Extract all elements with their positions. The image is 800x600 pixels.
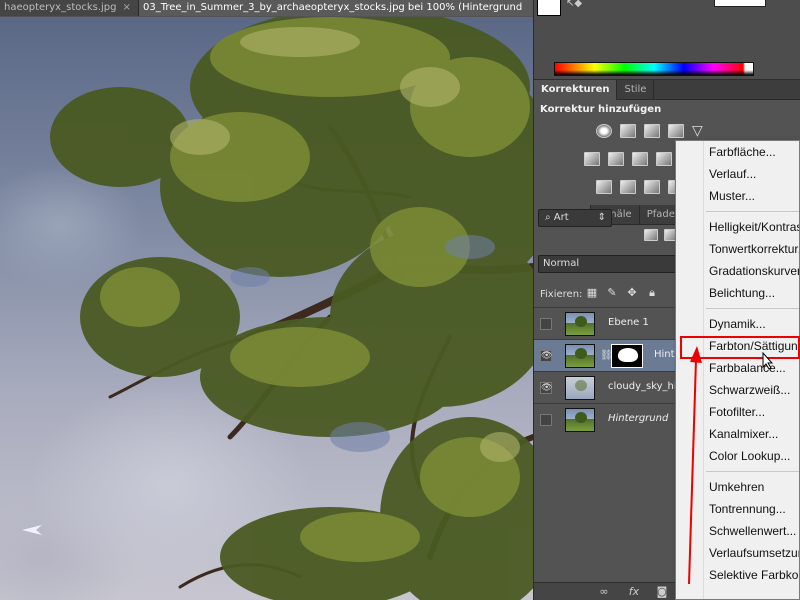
brightness-icon[interactable] — [596, 124, 612, 138]
layer-name: Ebene 1 — [608, 317, 649, 328]
fx-icon[interactable]: fx — [626, 585, 642, 599]
layer-mask-thumbnail[interactable] — [611, 344, 643, 368]
posterize-icon[interactable] — [620, 180, 636, 194]
layer-kind-filter[interactable]: ⌕ Art ⇕ — [538, 209, 612, 227]
threshold-icon[interactable] — [644, 180, 660, 194]
layer-row[interactable]: Ebene 1 — [534, 307, 679, 339]
layer-thumbnail — [565, 344, 595, 368]
photo-filter-icon[interactable] — [656, 152, 672, 166]
layer-thumbnail — [565, 408, 595, 432]
hue-saturation-icon[interactable] — [584, 152, 600, 166]
foreground-color-swatch[interactable] — [537, 0, 561, 16]
document-tab-active[interactable]: 03_Tree_in_Summer_3_by_archaeopteryx_sto… — [139, 0, 533, 16]
color-panel: ↖◆ — [534, 0, 800, 80]
vibrance-icon[interactable]: ▽ — [692, 124, 708, 138]
pointer-icon — [22, 525, 42, 535]
menu-item[interactable]: Umkehren — [676, 476, 799, 498]
menu-item-list: Farbfläche... Verlauf... Muster... Helligke… — [676, 141, 799, 586]
mouse-cursor-icon — [762, 352, 774, 370]
layer-row[interactable]: 👁︎ cloudy_sky_hin — [534, 371, 683, 403]
chevron-down-icon: ⇕ — [597, 212, 606, 223]
tree-photo — [50, 17, 533, 600]
menu-item[interactable]: Verlauf... — [676, 163, 799, 185]
blend-mode-select[interactable]: Normal — [538, 255, 678, 273]
tab-stile[interactable]: Stile — [617, 80, 655, 100]
layer-row[interactable]: 👁︎ ⛓︎ Hinte — [534, 339, 681, 371]
menu-gutter — [703, 141, 704, 599]
menu-item[interactable]: Schwellenwert... — [676, 520, 799, 542]
menu-separator — [706, 471, 799, 472]
close-icon[interactable]: × — [123, 0, 131, 16]
menu-separator — [706, 211, 799, 212]
tab-korrekturen[interactable]: Korrekturen — [534, 80, 618, 100]
visibility-toggle[interactable] — [540, 318, 552, 330]
menu-item[interactable]: Fotofilter... — [676, 401, 799, 423]
link-icon[interactable]: ∞ — [596, 585, 612, 599]
lock-pixels-icon[interactable]: ✎ — [606, 287, 618, 299]
layer-thumbnail — [565, 376, 595, 400]
menu-item[interactable]: Selektive Farbkorrektur... — [676, 564, 799, 586]
search-icon: ⌕ — [545, 212, 554, 223]
mask-icon[interactable]: ◙ — [654, 585, 670, 599]
menu-item[interactable]: Belichtung... — [676, 282, 799, 304]
curves-icon[interactable] — [644, 124, 660, 138]
lock-transparency-icon[interactable]: ▦ — [586, 287, 598, 299]
menu-item[interactable]: Farbfläche... — [676, 141, 799, 163]
layer-row[interactable]: Hintergrund — [534, 403, 679, 435]
color-spectrum-ramp[interactable] — [554, 62, 754, 76]
document-tab-inactive[interactable]: haeopteryx_stocks.jpg × — [0, 0, 139, 16]
menu-item[interactable]: Gradationskurven... — [676, 260, 799, 282]
kind-filter-value: Art — [553, 212, 569, 223]
adjustment-layer-menu: Farbfläche... Verlauf... Muster... Helligke… — [675, 140, 800, 600]
menu-item[interactable]: Color Lookup... — [676, 445, 799, 467]
menu-item-highlight — [680, 336, 800, 359]
menu-item[interactable]: Tonwertkorrektur... — [676, 238, 799, 260]
levels-icon[interactable] — [620, 124, 636, 138]
menu-separator — [706, 308, 799, 309]
document-tab-label: 03_Tree_in_Summer_3_by_archaeopteryx_sto… — [143, 2, 523, 13]
layer-name: cloudy_sky_hin — [608, 381, 684, 392]
menu-item[interactable]: Tontrennung... — [676, 498, 799, 520]
lock-all-icon[interactable]: 🔒︎ — [646, 287, 658, 299]
black-white-icon[interactable] — [632, 152, 648, 166]
exposure-icon[interactable] — [668, 124, 684, 138]
adjustments-title: Korrektur hinzufügen — [540, 104, 662, 115]
menu-item[interactable]: Schwarzweiß... — [676, 379, 799, 401]
lock-label: Fixieren: — [540, 289, 583, 300]
color-balance-icon[interactable] — [608, 152, 624, 166]
color-value-field[interactable] — [714, 0, 766, 7]
adjustments-tab-bar: Korrekturen Stile — [534, 80, 800, 100]
lock-position-icon[interactable]: ✥ — [626, 287, 638, 299]
menu-item[interactable]: Helligkeit/Kontrast... — [676, 216, 799, 238]
menu-item[interactable]: Farbbalance... — [676, 357, 799, 379]
eye-icon[interactable]: 👁︎ — [540, 382, 552, 394]
blend-mode-value: Normal — [543, 258, 580, 269]
filter-image-icon[interactable] — [644, 229, 658, 241]
menu-item[interactable]: Verlaufsumsetzung... — [676, 542, 799, 564]
menu-item[interactable]: Dynamik... — [676, 313, 799, 335]
visibility-toggle[interactable] — [540, 414, 552, 426]
layer-thumbnail — [565, 312, 595, 336]
menu-item[interactable]: Kanalmixer... — [676, 423, 799, 445]
document-tab-bar: haeopteryx_stocks.jpg × 03_Tree_in_Summe… — [0, 0, 533, 16]
document-tab-label: haeopteryx_stocks.jpg — [4, 2, 117, 13]
layer-name: Hintergrund — [608, 413, 669, 424]
swap-colors-icon[interactable]: ↖◆ — [566, 0, 582, 9]
menu-item[interactable]: Muster... — [676, 185, 799, 207]
image-canvas[interactable] — [0, 17, 533, 600]
invert-icon[interactable] — [596, 180, 612, 194]
eye-icon[interactable]: 👁︎ — [540, 350, 552, 362]
